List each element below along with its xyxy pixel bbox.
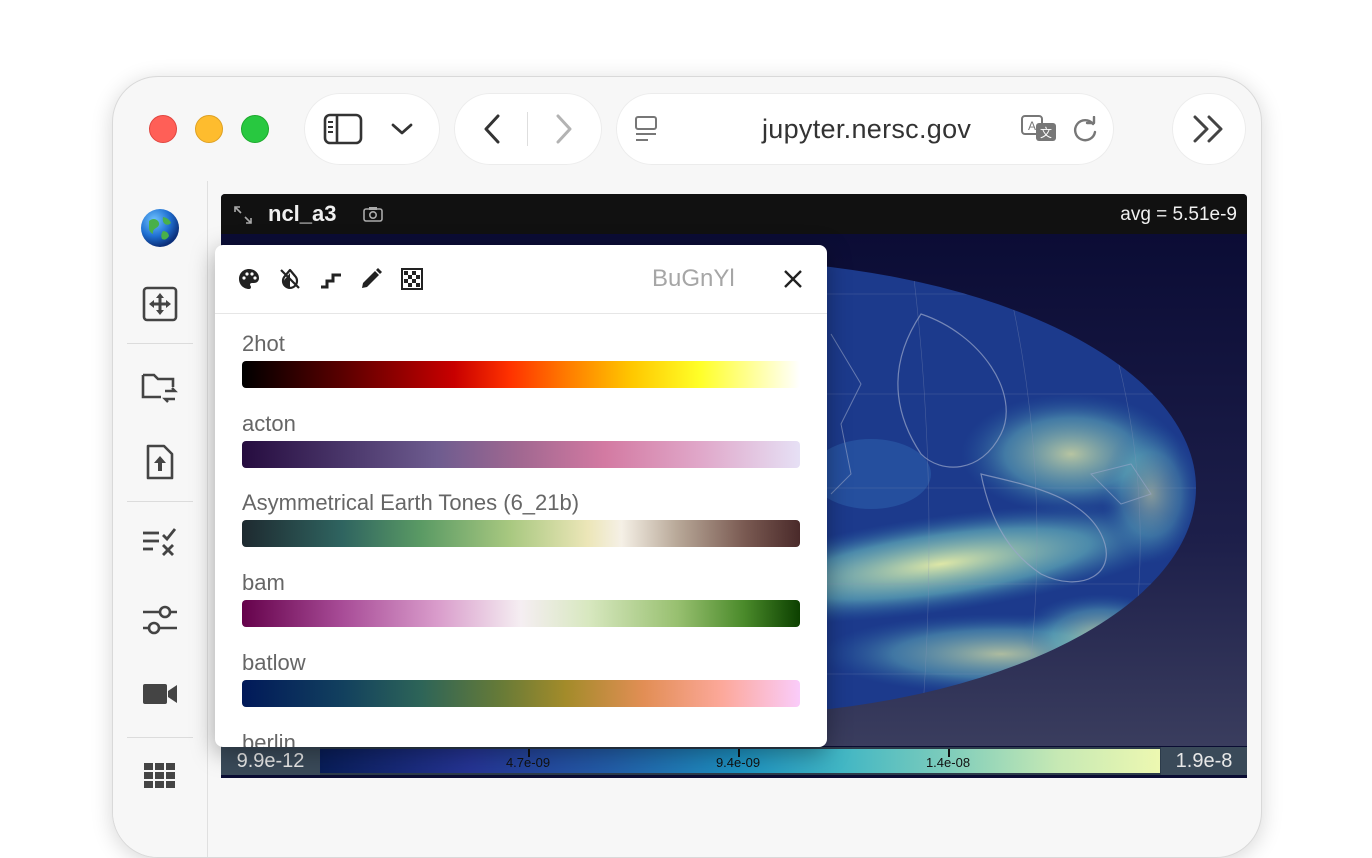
checkerboard-icon (401, 268, 423, 290)
more-toolbar-button[interactable] (1172, 93, 1246, 165)
sidebar-separator (127, 501, 193, 502)
colormap-toolbar: BuGnYl (215, 245, 827, 314)
colorbar-min: 9.9e-12 (221, 747, 320, 775)
page-menu-button[interactable] (632, 115, 662, 143)
tab-overview-dropdown[interactable] (388, 115, 416, 143)
opacity-button[interactable] (398, 265, 426, 293)
svg-text:文: 文 (1040, 125, 1052, 140)
colormap-label: batlow (242, 650, 306, 675)
forward-button[interactable] (548, 111, 580, 147)
colorbar: 9.9e-12 4.7e-09 9.4e-09 1.4e-08 1.9e-8 (221, 747, 1247, 775)
checklist-icon (143, 528, 177, 556)
double-chevron-right-icon (1193, 115, 1223, 143)
camera-icon (363, 207, 383, 222)
sidebar-item-move[interactable] (137, 281, 183, 327)
viewer-title: ncl_a3 (268, 201, 337, 226)
sidebar-toggle-button[interactable] (322, 111, 364, 147)
move-icon (142, 286, 178, 322)
pencil-icon (362, 268, 382, 288)
average-value: avg = 5.51e-9 (1120, 204, 1237, 225)
folder-sync-icon (141, 373, 178, 403)
colorbar-tick: 4.7e-09 (505, 755, 551, 770)
colormap-option[interactable]: berlin (242, 728, 802, 747)
colormap-option[interactable]: acton (242, 409, 802, 468)
sidebar-item-sliders[interactable] (137, 597, 183, 643)
sidebar-separator (127, 737, 193, 738)
chevron-left-icon (484, 114, 500, 144)
zoom-window-button[interactable] (241, 115, 269, 143)
colorbar-max: 1.9e-8 (1161, 747, 1247, 775)
colormap-strip (242, 600, 800, 627)
translate-icon: A 文 (1021, 115, 1056, 141)
chevron-down-icon (391, 123, 413, 135)
colormap-picker: BuGnYl 2hot acton Asymmetrical Earth Ton… (215, 245, 827, 747)
sidebar-icon (323, 113, 363, 145)
svg-text:A: A (1028, 119, 1036, 133)
sidebar-item-globe[interactable] (137, 205, 183, 251)
colormap-option[interactable]: Asymmetrical Earth Tones (6_21b) (242, 488, 802, 547)
page-menu-icon (635, 116, 657, 141)
invert-colors-button[interactable] (276, 265, 304, 293)
invert-colors-off-icon (280, 268, 300, 289)
address-bar[interactable]: jupyter.nersc.gov A 文 (616, 93, 1114, 165)
discrete-steps-button[interactable] (317, 265, 345, 293)
sidebar-item-folder-sync[interactable] (137, 365, 183, 411)
close-colormap-button[interactable] (777, 263, 809, 295)
screenshot-button[interactable] (362, 204, 384, 224)
grid-icon (144, 763, 175, 788)
app-sidebar (113, 181, 208, 857)
colormap-label: acton (242, 411, 296, 436)
colormap-strip (242, 680, 800, 707)
reload-button[interactable] (1070, 115, 1100, 145)
sidebar-item-video[interactable] (137, 671, 183, 717)
sidebar-item-checklist[interactable] (137, 519, 183, 565)
colorbar-tick: 1.4e-08 (925, 755, 971, 770)
viewer-header: ncl_a3 avg = 5.51e-9 (221, 194, 1247, 234)
close-window-button[interactable] (149, 115, 177, 143)
browser-window: jupyter.nersc.gov A 文 ncl_a3 avg = 5.51e… (112, 76, 1262, 858)
minimize-window-button[interactable] (195, 115, 223, 143)
expand-icon (234, 206, 252, 224)
colormap-option[interactable]: bam (242, 568, 802, 627)
colormap-strip (242, 361, 800, 388)
sidebar-item-upload[interactable] (137, 439, 183, 485)
close-icon (784, 270, 802, 288)
chevron-right-icon (556, 114, 572, 144)
url-text[interactable]: jupyter.nersc.gov (762, 114, 971, 145)
colormap-list[interactable]: 2hot acton Asymmetrical Earth Tones (6_2… (215, 314, 827, 747)
sidebar-separator (127, 343, 193, 344)
video-icon (143, 684, 177, 704)
colormap-label: bam (242, 570, 285, 595)
colormap-strip (242, 520, 800, 547)
reload-icon (1074, 116, 1097, 142)
colormap-label: berlin (242, 730, 296, 747)
translate-button[interactable]: A 文 (1020, 113, 1060, 145)
file-upload-icon (146, 444, 174, 480)
palette-button[interactable] (235, 265, 263, 293)
edit-colormap-button[interactable] (357, 265, 385, 293)
colormap-label: Asymmetrical Earth Tones (6_21b) (242, 490, 580, 515)
sidebar-toggle-group (304, 93, 440, 165)
colormap-label: 2hot (242, 331, 285, 356)
sliders-icon (143, 605, 177, 635)
globe-icon (141, 209, 179, 247)
nav-separator (527, 112, 528, 146)
colorbar-gradient: 4.7e-09 9.4e-09 1.4e-08 (320, 749, 1160, 773)
colormap-option[interactable]: batlow (242, 648, 802, 707)
current-colormap-name: BuGnYl (652, 265, 735, 292)
colormap-option[interactable]: 2hot (242, 329, 802, 388)
colormap-strip (242, 441, 800, 468)
palette-icon (239, 269, 259, 289)
expand-button[interactable] (233, 206, 253, 224)
colorbar-tick: 9.4e-09 (715, 755, 761, 770)
stairs-icon (321, 273, 341, 289)
back-button[interactable] (476, 111, 508, 147)
navigation-group (454, 93, 602, 165)
sidebar-item-grid[interactable] (137, 753, 183, 799)
